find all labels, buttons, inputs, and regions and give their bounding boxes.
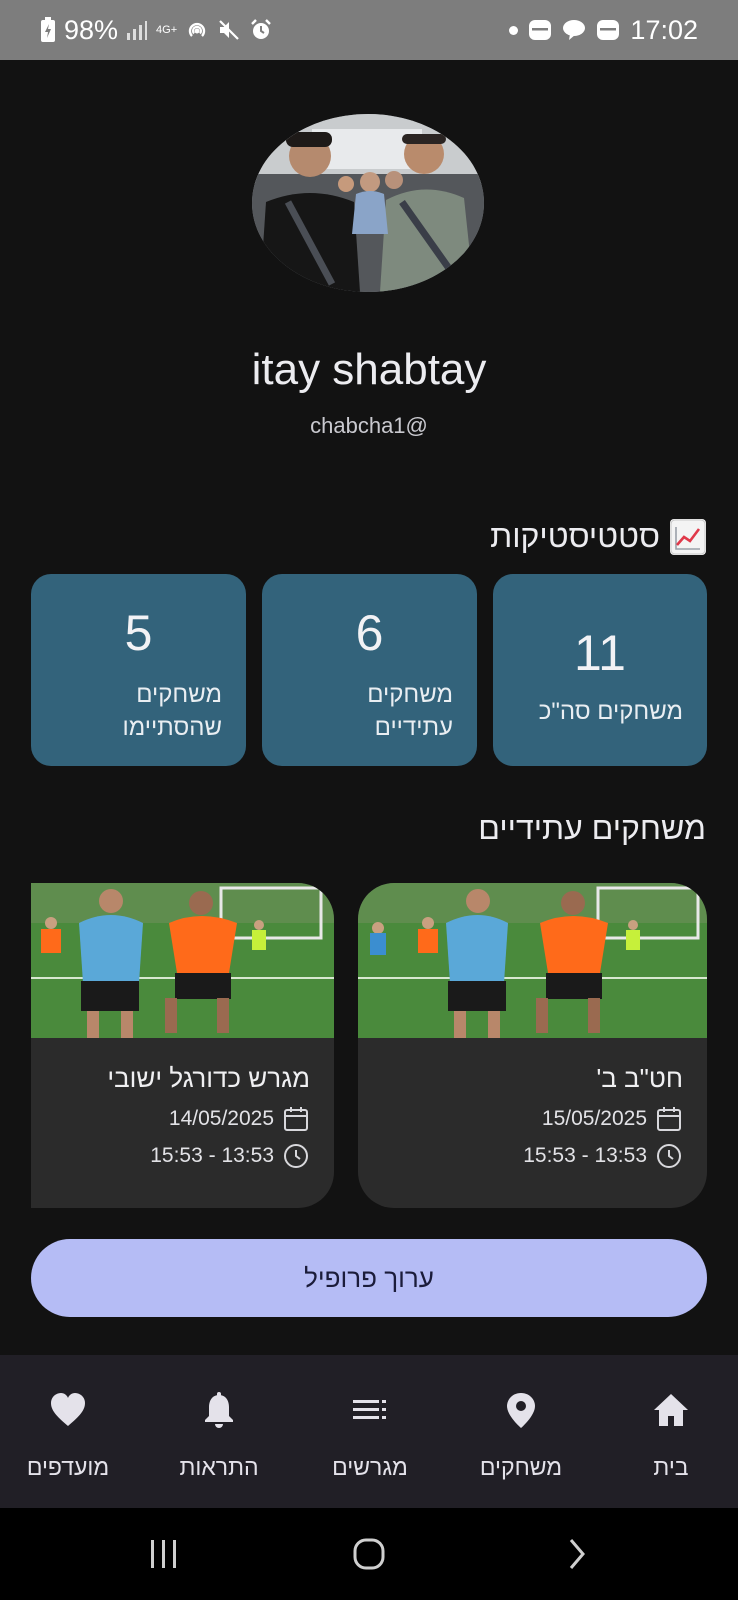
game-date: 15/05/2025: [541, 1107, 647, 1130]
stat-value-finished: 5: [124, 605, 153, 661]
stat-label-finished-line1: משחקים: [136, 681, 222, 708]
battery-charging-icon: [40, 17, 56, 43]
calendar-icon: [284, 1107, 308, 1131]
clock-icon: [657, 1144, 681, 1168]
heart-icon: [46, 1388, 90, 1432]
network-type: 4G+: [156, 23, 178, 36]
stats-section-title: סטטיסטיקות: [490, 518, 706, 555]
chart-increasing-icon: [670, 518, 706, 555]
status-bar: 98% 4G+ 17:02: [0, 0, 738, 60]
stat-card-upcoming-games: 6 משחקים עתידיים: [262, 574, 477, 766]
stat-card-finished-games: 5 משחקים שהסתיימו: [31, 574, 246, 766]
game-title: חט"ב ב': [596, 1063, 683, 1093]
game-title: מגרש כדורגל ישובי: [107, 1063, 310, 1093]
alarm-icon: [249, 18, 273, 42]
nav-item-notifications[interactable]: התראות: [154, 1355, 284, 1508]
edit-profile-button[interactable]: ערוך פרופיל: [31, 1239, 707, 1317]
stat-value-total: 11: [574, 625, 626, 681]
stat-label-finished-line2: שהסתיימו: [122, 714, 222, 741]
game-image: [358, 883, 707, 1038]
stat-label-upcoming-line2: עתידיים: [374, 714, 453, 741]
chat-bubble-icon: [562, 18, 586, 42]
upcoming-games-title: משחקים עתידיים: [478, 810, 706, 846]
home-circle-icon: [353, 1538, 385, 1570]
signal-icon: [126, 19, 148, 41]
game-image: [31, 883, 334, 1038]
game-date: 14/05/2025: [168, 1107, 274, 1130]
stat-label-total: משחקים סה"כ: [538, 698, 683, 725]
clock-time: 17:02: [630, 14, 698, 45]
notification-dot-icon: [509, 25, 519, 35]
stats-title-text: סטטיסטיקות: [490, 518, 660, 554]
recent-apps-icon: [151, 1540, 176, 1568]
bell-icon: [197, 1388, 241, 1432]
nav-item-games[interactable]: משחקים: [456, 1355, 586, 1508]
location-pin-icon: [499, 1388, 543, 1432]
nav-label-home: בית: [653, 1454, 689, 1480]
game-card[interactable]: מגרש כדורגל ישובי 14/05/2025 15:53 - 13:…: [31, 883, 334, 1208]
nav-item-home[interactable]: בית: [606, 1355, 736, 1508]
message-app-icon-2: [596, 18, 620, 42]
home-icon: [649, 1388, 693, 1432]
home-system-button[interactable]: [329, 1508, 409, 1600]
profile-avatar[interactable]: [252, 114, 484, 292]
system-navigation-bar: [0, 1508, 738, 1600]
game-date-row: 14/05/2025: [169, 1105, 310, 1133]
game-time: 15:53 - 13:53: [150, 1144, 274, 1167]
nav-label-notifications: התראות: [179, 1454, 259, 1480]
stat-card-total-games: 11 משחקים סה"כ: [493, 574, 707, 766]
calendar-icon: [657, 1107, 681, 1131]
message-app-icon: [528, 18, 552, 42]
stat-label-upcoming-line1: משחקים: [367, 681, 453, 708]
battery-percentage: 98%: [64, 14, 119, 45]
hotspot-icon: [185, 18, 209, 42]
nav-label-games: משחקים: [479, 1454, 563, 1480]
game-card[interactable]: חט"ב ב' 15/05/2025 15:53 - 13:53: [358, 883, 707, 1208]
bottom-navigation: בית משחקים מגרשים התראות מועדפים: [0, 1355, 738, 1508]
recent-apps-button[interactable]: [124, 1508, 204, 1600]
game-time: 15:53 - 13:53: [523, 1144, 647, 1167]
back-button[interactable]: [536, 1508, 616, 1600]
clock-icon: [284, 1144, 308, 1168]
stat-value-upcoming: 6: [355, 605, 384, 661]
nav-label-fields: מגרשים: [332, 1454, 408, 1480]
mute-icon: [217, 18, 241, 42]
list-icon: [348, 1388, 392, 1432]
game-time-row: 15:53 - 13:53: [150, 1142, 310, 1170]
profile-name: itay shabtay: [251, 345, 487, 394]
nav-item-favorites[interactable]: מועדפים: [3, 1355, 133, 1508]
nav-item-fields[interactable]: מגרשים: [305, 1355, 435, 1508]
game-date-row: 15/05/2025: [542, 1105, 683, 1133]
chevron-right-icon: [569, 1539, 585, 1569]
nav-label-favorites: מועדפים: [26, 1454, 110, 1480]
profile-handle: chabcha1@: [310, 413, 428, 438]
game-time-row: 15:53 - 13:53: [523, 1142, 683, 1170]
